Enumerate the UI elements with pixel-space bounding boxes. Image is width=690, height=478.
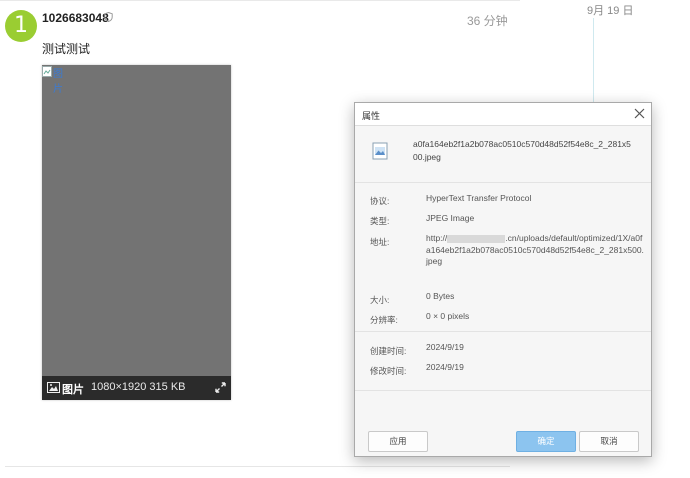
resolution-label: 分辨率:	[370, 315, 398, 325]
modified-value: 2024/9/19	[426, 362, 464, 372]
expand-icon[interactable]	[215, 382, 226, 393]
timeline-track	[593, 18, 594, 108]
type-label: 类型:	[370, 216, 390, 226]
lightbox-meta-bar: 图片 1080×1920 315 KB	[42, 376, 231, 400]
redacted-domain	[447, 234, 506, 243]
properties-dialog: 属性 a0fa164eb2f1a2b078ac0510c570d48d52f54…	[354, 102, 652, 457]
broken-image-icon	[42, 66, 52, 77]
lightbox-dimensions: 1080×1920 315 KB	[91, 381, 186, 393]
close-icon[interactable]	[634, 108, 645, 119]
created-value: 2024/9/19	[426, 342, 464, 352]
protocol-label: 协议:	[370, 196, 390, 206]
broken-image-alt: 图片	[53, 69, 63, 95]
created-label: 创建时间:	[370, 346, 407, 356]
size-label: 大小:	[370, 295, 390, 305]
post-body-text: 测试测试	[42, 42, 91, 56]
avatar[interactable]: 1	[5, 10, 37, 42]
dialog-title: 属性	[362, 111, 381, 121]
file-name: a0fa164eb2f1a2b078ac0510c570d48d52f54e8c…	[413, 139, 631, 162]
resolution-value: 0 × 0 pixels	[426, 311, 470, 321]
cancel-button[interactable]: 取消	[579, 431, 639, 452]
post-divider	[5, 466, 510, 467]
address-prefix: http://	[426, 233, 448, 243]
top-divider	[0, 0, 520, 1]
address-value: http://.cn/uploads/default/optimized/1X/…	[426, 233, 644, 268]
dialog-titlebar[interactable]: 属性	[355, 103, 651, 126]
image-icon	[47, 382, 60, 393]
modified-label: 修改时间:	[370, 366, 407, 376]
lightbox-filename: 图片	[62, 384, 84, 396]
image-lightbox[interactable]: 图片 图片 1080×1920 315 KB	[42, 65, 231, 400]
apply-button[interactable]: 应用	[368, 431, 428, 452]
divider	[355, 182, 651, 183]
file-icon	[372, 142, 388, 160]
size-value: 0 Bytes	[426, 291, 455, 301]
divider	[355, 331, 651, 332]
ok-button[interactable]: 确定	[516, 431, 576, 452]
type-value: JPEG Image	[426, 213, 475, 223]
divider	[355, 390, 651, 391]
post-username[interactable]: 1026683048	[42, 11, 109, 25]
address-label: 地址:	[370, 237, 390, 247]
timeline-date[interactable]: 9月 19 日	[587, 2, 633, 18]
post-time[interactable]: 36 分钟	[467, 12, 508, 29]
shield-icon	[104, 12, 113, 22]
protocol-value: HyperText Transfer Protocol	[426, 193, 532, 203]
